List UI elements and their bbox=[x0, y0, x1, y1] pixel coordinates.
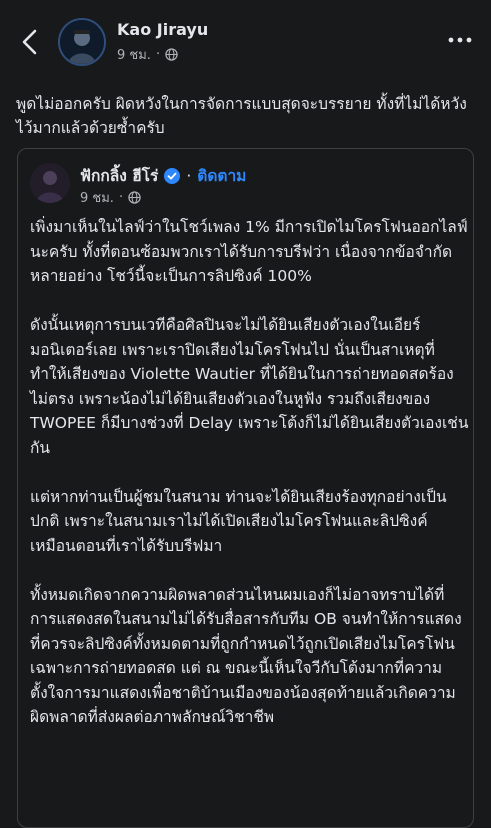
avatar-image bbox=[60, 20, 104, 64]
follow-separator: · bbox=[186, 166, 192, 185]
post-time[interactable]: 9 ชม. bbox=[117, 44, 151, 65]
shared-post-meta: 9 ชม. · bbox=[80, 187, 141, 208]
shared-post[interactable]: ฟักกลิ้ง ฮีโร่ · ติดตาม 9 ชม. · เพิ่งมาเ… bbox=[17, 148, 474, 828]
shared-paragraph: ทั้งหมดเกิดจากความผิดพลาดส่วนไหนผมเองก็ไ… bbox=[30, 585, 462, 727]
shared-author-name[interactable]: ฟักกลิ้ง ฮีโร่ bbox=[80, 163, 158, 188]
shared-post-time[interactable]: 9 ชม. bbox=[80, 187, 114, 208]
more-options-icon[interactable] bbox=[446, 32, 474, 48]
shared-author-row: ฟักกลิ้ง ฮีโร่ · ติดตาม bbox=[80, 163, 246, 188]
post-text: พูดไม่ออกครับ ผิดหวังในการจัดการแบบสุดจะ… bbox=[16, 95, 467, 137]
post-header: Kao Jirayu 9 ชม. · bbox=[0, 0, 491, 80]
shared-meta-dot: · bbox=[118, 190, 124, 205]
post-meta: 9 ชม. · bbox=[117, 44, 178, 65]
back-arrow-icon[interactable] bbox=[18, 28, 42, 56]
globe-icon bbox=[165, 48, 178, 61]
shared-author-avatar[interactable] bbox=[30, 163, 70, 203]
shared-paragraph: แต่หากท่านเป็นผู้ชมในสนาม ท่านจะได้ยินเส… bbox=[30, 487, 447, 555]
verified-badge-icon bbox=[164, 167, 181, 184]
meta-dot: · bbox=[155, 47, 161, 62]
author-avatar[interactable] bbox=[58, 18, 106, 66]
globe-icon bbox=[128, 191, 141, 204]
author-name[interactable]: Kao Jirayu bbox=[117, 20, 208, 39]
shared-paragraph: เพิ่งมาเห็นในไลฟ์ว่าในโชว์เพลง 1% มีการเ… bbox=[30, 218, 468, 285]
shared-post-body: เพิ่งมาเห็นในไลฟ์ว่าในโชว์เพลง 1% มีการเ… bbox=[30, 215, 470, 754]
shared-avatar-image bbox=[30, 163, 70, 203]
shared-paragraph: ดังนั้นเหตุการบนเวทีคือศิลปินจะไม่ได้ยิน… bbox=[30, 316, 469, 457]
follow-button[interactable]: ติดตาม bbox=[197, 163, 246, 188]
